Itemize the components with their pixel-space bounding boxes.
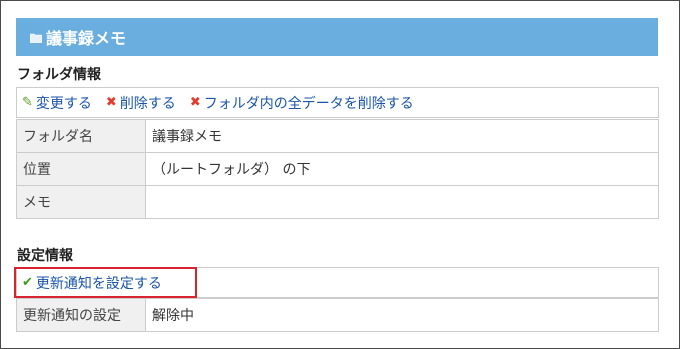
set-update-notification-label: 更新通知を設定する (35, 275, 162, 292)
memo-label: メモ (16, 185, 146, 219)
x-icon: ✖ (105, 95, 117, 110)
update-notification-label: 更新通知の設定 (16, 298, 146, 332)
pencil-icon: ✎ (22, 95, 33, 110)
page-frame: 議事録メモ フォルダ情報 ✎ 変更する ✖ 削除する ✖ フォルダ内の全データを… (0, 0, 680, 349)
folder-info-heading: フォルダ情報 (17, 67, 101, 83)
delete-all-data-label: フォルダ内の全データを削除する (203, 95, 414, 112)
page-title: 議事録メモ (46, 29, 127, 48)
edit-folder-link[interactable]: ✎ 変更する (22, 93, 92, 113)
folder-action-bar: ✎ 変更する ✖ 削除する ✖ フォルダ内の全データを削除する (16, 87, 659, 118)
settings-info-heading: 設定情報 (17, 248, 73, 264)
settings-action-bar: ✔ 更新通知を設定する (16, 267, 659, 298)
check-icon: ✔ (22, 275, 33, 290)
set-update-notification-link[interactable]: ✔ 更新通知を設定する (22, 273, 162, 293)
memo-value (145, 185, 659, 219)
edit-folder-label: 変更する (35, 95, 92, 112)
folder-name-label: フォルダ名 (16, 119, 146, 153)
table-row: メモ (16, 185, 659, 219)
location-value: （ルートフォルダ） の下 (145, 152, 659, 186)
folder-name-value: 議事録メモ (145, 119, 659, 153)
delete-all-data-link[interactable]: ✖ フォルダ内の全データを削除する (190, 93, 414, 113)
table-row: フォルダ名 議事録メモ (16, 119, 659, 153)
x-icon: ✖ (189, 95, 201, 110)
delete-folder-link[interactable]: ✖ 削除する (106, 93, 176, 113)
settings-info-table: 更新通知の設定 解除中 (16, 298, 659, 332)
location-label: 位置 (16, 152, 146, 186)
folder-title-bar: 議事録メモ (16, 18, 658, 56)
delete-folder-label: 削除する (119, 95, 176, 112)
table-row: 更新通知の設定 解除中 (16, 298, 659, 332)
folder-icon (30, 33, 42, 43)
table-row: 位置 （ルートフォルダ） の下 (16, 152, 659, 186)
folder-info-table: フォルダ名 議事録メモ 位置 （ルートフォルダ） の下 メモ (16, 119, 659, 219)
update-notification-value: 解除中 (145, 298, 659, 332)
